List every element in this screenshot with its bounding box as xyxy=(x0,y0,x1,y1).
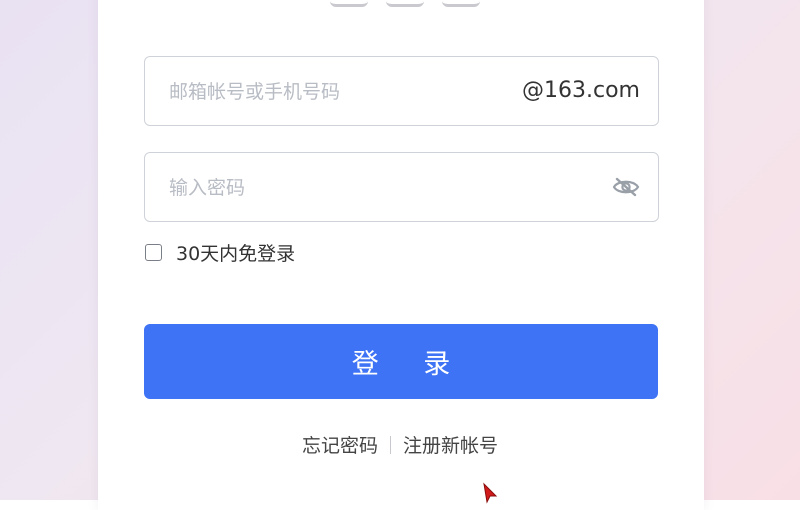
eye-slash-icon[interactable] xyxy=(612,177,640,197)
remember-me-label: 30天内免登录 xyxy=(176,242,296,265)
forgot-password-link[interactable]: 忘记密码 xyxy=(302,431,378,458)
mouse-pointer-icon xyxy=(480,482,504,506)
password-field[interactable] xyxy=(144,152,659,223)
email-field[interactable]: @163.com xyxy=(144,56,659,127)
email-domain-suffix: @163.com xyxy=(522,78,640,103)
login-button[interactable]: 登 录 xyxy=(144,324,658,399)
remember-me-option[interactable]: 30天内免登录 xyxy=(145,240,296,265)
email-input[interactable] xyxy=(167,57,501,127)
remember-me-checkbox[interactable] xyxy=(145,243,162,261)
password-input[interactable] xyxy=(167,153,501,223)
auth-links: 忘记密码 注册新帐号 xyxy=(0,431,800,458)
link-divider xyxy=(390,435,391,454)
card-title-partial xyxy=(330,0,480,7)
register-link[interactable]: 注册新帐号 xyxy=(403,431,498,458)
